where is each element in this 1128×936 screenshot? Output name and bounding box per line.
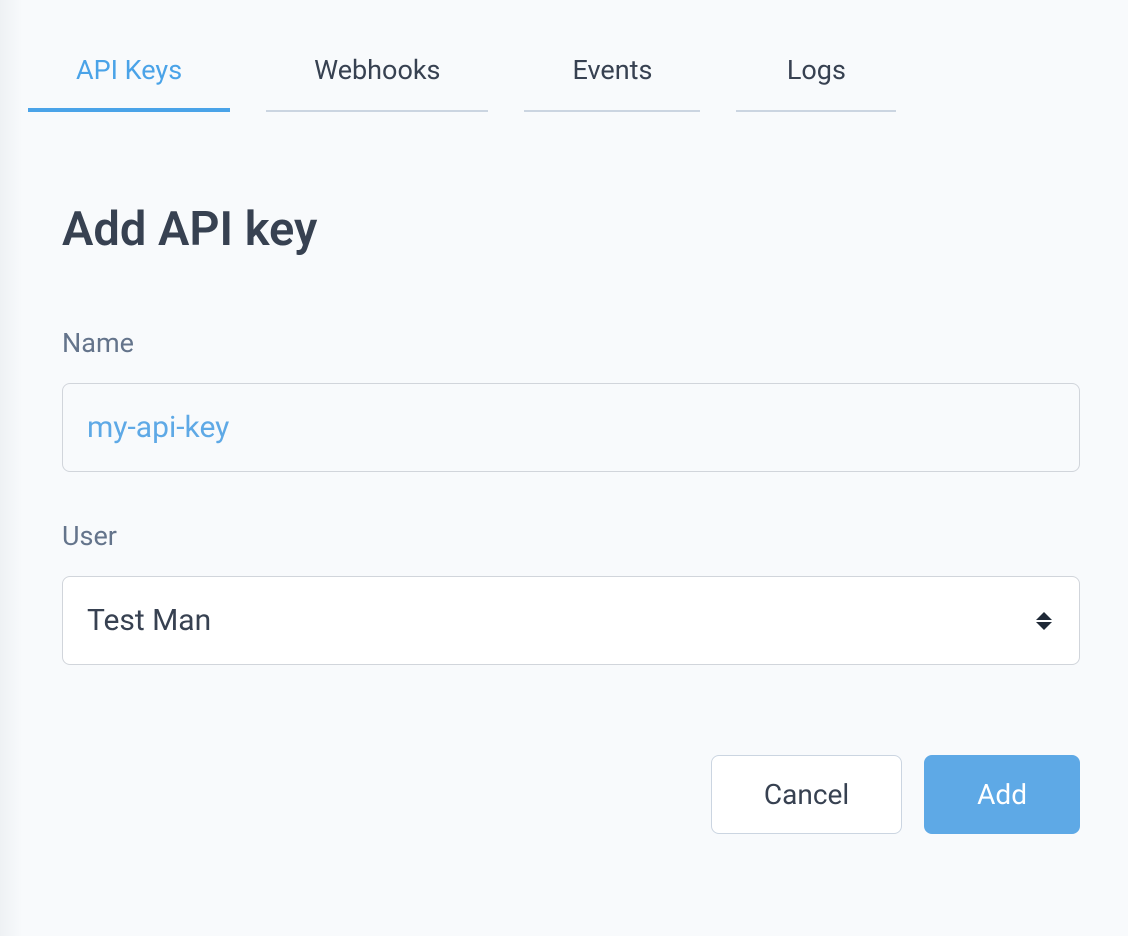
- name-label: Name: [62, 327, 1080, 359]
- name-input[interactable]: [62, 383, 1080, 472]
- page-title: Add API key: [62, 202, 1080, 257]
- name-field-group: Name: [62, 327, 1080, 472]
- tab-api-keys[interactable]: API Keys: [28, 40, 230, 112]
- user-select[interactable]: Test Man: [62, 576, 1080, 665]
- add-button[interactable]: Add: [924, 755, 1080, 834]
- tab-logs[interactable]: Logs: [736, 40, 896, 112]
- tab-events[interactable]: Events: [524, 40, 700, 112]
- user-field-group: User Test Man: [62, 520, 1080, 665]
- tab-bar: API Keys Webhooks Events Logs: [28, 40, 1100, 112]
- user-label: User: [62, 520, 1080, 552]
- form-actions: Cancel Add: [62, 755, 1080, 834]
- tab-webhooks[interactable]: Webhooks: [266, 40, 488, 112]
- cancel-button[interactable]: Cancel: [711, 755, 902, 834]
